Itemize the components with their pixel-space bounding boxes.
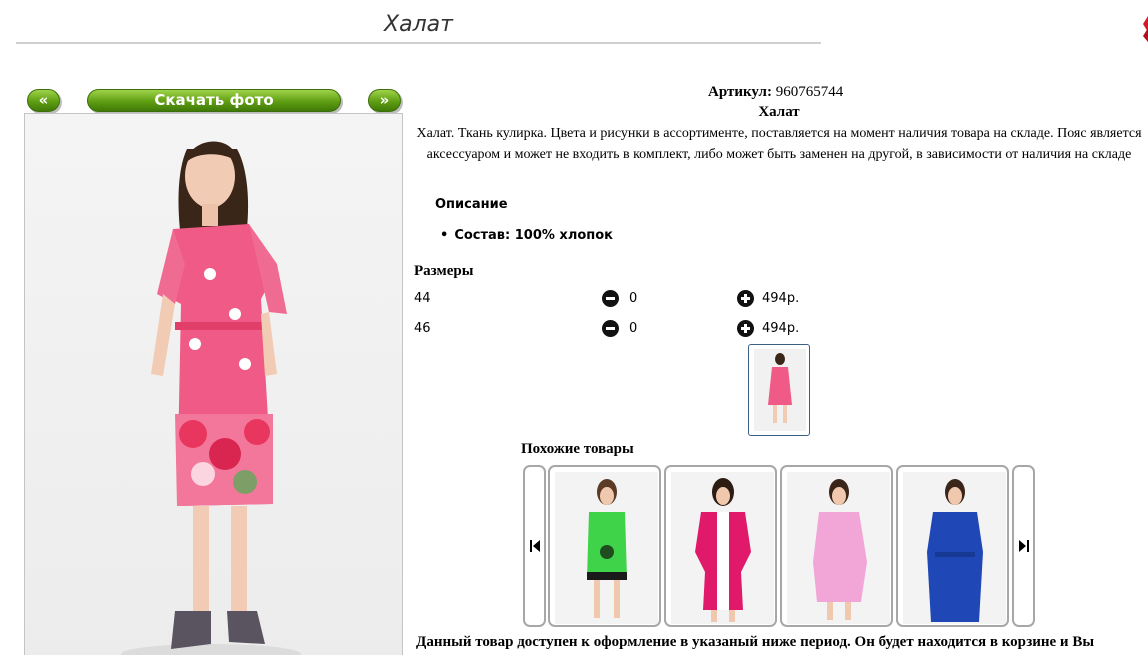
size-quantity: 0: [629, 291, 638, 306]
thumbnail-image: [754, 349, 806, 431]
similar-product-card[interactable]: [664, 465, 777, 627]
similar-product-card[interactable]: [780, 465, 893, 627]
size-quantity: 0: [629, 321, 638, 336]
similar-product-image: [555, 472, 658, 624]
sizes-heading: Размеры: [414, 263, 474, 279]
plus-circle-icon[interactable]: [737, 290, 754, 307]
size-label: 46: [414, 321, 431, 336]
title-divider: [16, 42, 821, 44]
size-price: 494р.: [762, 291, 800, 306]
download-photo-button[interactable]: Скачать фото: [87, 89, 341, 112]
similar-product-image: [671, 472, 774, 624]
description-heading: Описание: [435, 197, 508, 212]
similar-product-image: [903, 472, 1006, 624]
similar-product-card[interactable]: [548, 465, 661, 627]
prev-photo-button[interactable]: «: [27, 89, 60, 112]
next-photo-button[interactable]: »: [368, 89, 401, 112]
main-product-photo: [24, 113, 403, 655]
composition-item: Состав: 100% хлопок: [440, 228, 613, 243]
photo-thumbnail[interactable]: [748, 344, 810, 436]
size-row: 44 0 494р.: [414, 289, 834, 309]
corner-decoration-icon: [1143, 16, 1148, 42]
page-title: Халат: [384, 12, 453, 37]
availability-notice: Данный товар доступен к оформление в ука…: [416, 634, 1095, 650]
size-price: 494р.: [762, 321, 800, 336]
size-label: 44: [414, 291, 431, 306]
article-label: Артикул:: [708, 84, 772, 100]
carousel-right-icon[interactable]: [1012, 465, 1035, 627]
minus-circle-icon[interactable]: [602, 320, 619, 337]
plus-circle-icon[interactable]: [737, 320, 754, 337]
size-row: 46 0 494р.: [414, 319, 834, 339]
carousel-left-icon[interactable]: [523, 465, 546, 627]
model-in-pink-robe-image: [121, 141, 301, 655]
minus-circle-icon[interactable]: [602, 290, 619, 307]
similar-product-image: [787, 472, 890, 624]
similar-product-card[interactable]: [896, 465, 1009, 627]
product-description: Халат. Ткань кулирка. Цвета и рисунки в …: [416, 126, 1142, 162]
article-line: Артикул: 960765744: [708, 84, 843, 101]
article-value: 960765744: [771, 84, 844, 100]
product-name: Халат: [758, 104, 800, 120]
similar-products-heading: Похожие товары: [521, 441, 634, 457]
